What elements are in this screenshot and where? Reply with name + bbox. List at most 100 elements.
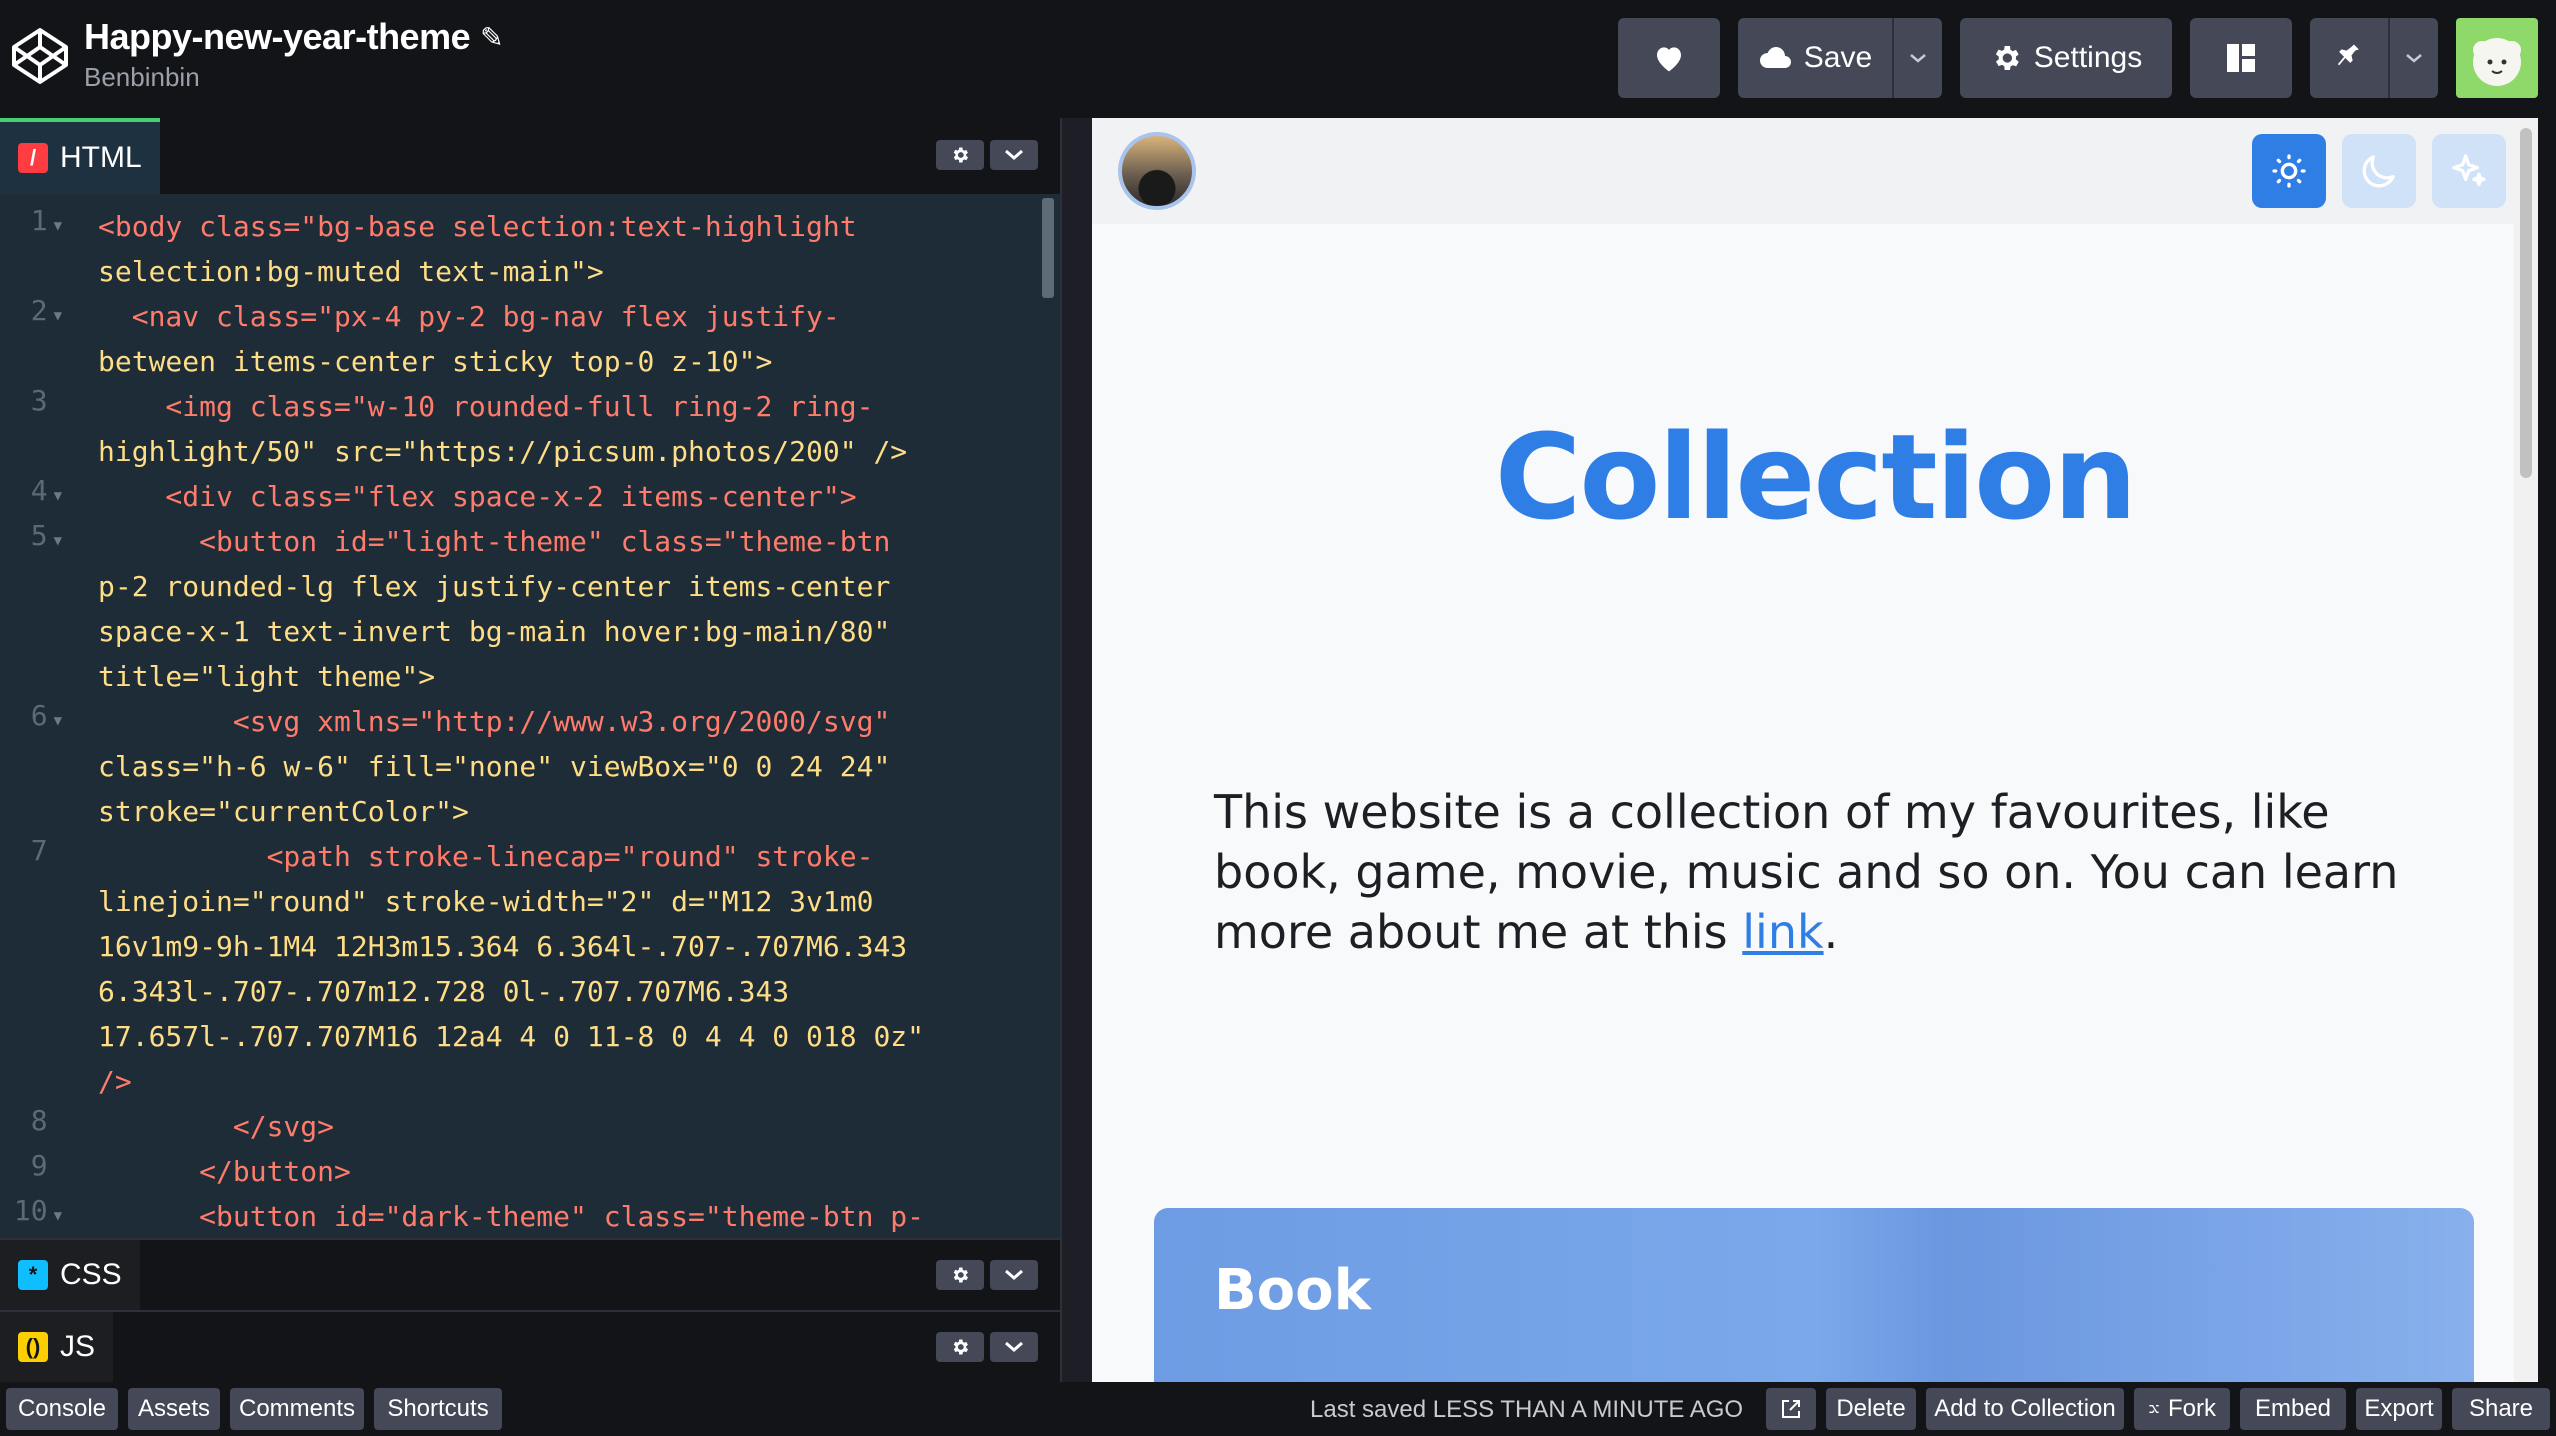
code-line: p-2 rounded-lg flex justify-center items… <box>98 570 891 603</box>
code-line: </button> <box>98 1155 351 1188</box>
code-scrollbar[interactable] <box>1040 194 1056 1238</box>
layout-button[interactable] <box>2190 18 2292 98</box>
sun-icon <box>2272 154 2306 188</box>
line-number: 8▼ <box>30 1104 48 1137</box>
external-link-icon <box>1782 1400 1800 1418</box>
preview-scrollbar-thumb[interactable] <box>2520 128 2532 478</box>
love-button[interactable] <box>1618 18 1720 98</box>
tab-html[interactable]: / HTML <box>0 118 160 194</box>
edit-pencil-icon[interactable]: ✎ <box>480 21 503 54</box>
code-line: stroke="currentColor"> <box>98 795 469 828</box>
fold-arrow-icon: ▼ <box>53 218 62 234</box>
preview-navbar <box>1092 118 2538 224</box>
line-number: 5 ▼ <box>30 519 62 552</box>
sparkles-icon <box>2452 154 2486 186</box>
delete-button[interactable]: Delete <box>1826 1388 1916 1430</box>
js-braces-icon: () <box>18 1332 48 1362</box>
code-line: <div class="flex space-x-2 items-center"… <box>98 480 857 513</box>
fork-button[interactable]: Fork <box>2134 1388 2230 1430</box>
shortcuts-button[interactable]: Shortcuts <box>374 1388 502 1430</box>
page-title: Collection <box>1494 408 2137 546</box>
layout-icon <box>2227 44 2255 72</box>
code-line: <svg xmlns="http://www.w3.org/2000/svg" <box>98 705 891 738</box>
code-line: <button id="dark-theme" class="theme-btn… <box>98 1200 925 1233</box>
html-code-editor[interactable]: 1▼ 2▼ 3▼ 4▼ 5▼ 6▼ 7▼ 8▼ 9▼ 10▼ <body cla… <box>0 194 1060 1238</box>
intro-paragraph: This website is a collection of my favou… <box>1214 782 2444 962</box>
line-number: 1 ▼ <box>30 204 62 237</box>
pen-title-text: Happy-new-year-theme <box>84 16 471 57</box>
light-theme-button[interactable] <box>2252 134 2326 208</box>
line-number: 7▼ <box>30 834 48 867</box>
code-line: 17.657l-.707.707M16 12a4 4 0 11-8 0 4 4 … <box>98 1020 925 1053</box>
editor-column: / HTML 1▼ 2▼ 3▼ 4▼ 5▼ 6▼ 7▼ 8▼ 9▼ 10▼ <b… <box>0 118 1060 1382</box>
pin-button[interactable] <box>2310 18 2388 98</box>
pen-title[interactable]: Happy-new-year-theme ✎ <box>84 16 504 58</box>
code-line: linejoin="round" stroke-width="2" d="M12… <box>98 885 874 918</box>
pin-options-button[interactable] <box>2388 18 2438 98</box>
editor-preview-resizer[interactable] <box>1060 118 1092 1382</box>
comments-button[interactable]: Comments <box>230 1388 364 1430</box>
tab-html-label: HTML <box>60 141 142 174</box>
codepen-logo-icon[interactable] <box>10 26 70 86</box>
about-link[interactable]: link <box>1742 905 1823 959</box>
code-line: space-x-1 text-invert bg-main hover:bg-m… <box>98 615 891 648</box>
js-collapse-button[interactable] <box>990 1332 1038 1362</box>
save-label: Save <box>1803 41 1873 74</box>
fold-arrow-icon: ▼ <box>53 713 62 729</box>
code-line: class="h-6 w-6" fill="none" viewBox="0 0… <box>98 750 891 783</box>
sheep-avatar-icon <box>2473 38 2521 86</box>
top-header: Happy-new-year-theme ✎ Benbinbin Save Se… <box>0 0 2556 118</box>
html-settings-button[interactable] <box>936 140 984 170</box>
code-line: <nav class="px-4 py-2 bg-nav flex justif… <box>98 300 840 333</box>
pen-author[interactable]: Benbinbin <box>84 62 503 93</box>
code-line: /> <box>98 1065 132 1098</box>
user-avatar[interactable] <box>2456 18 2538 98</box>
embed-button[interactable]: Embed <box>2240 1388 2346 1430</box>
tab-js[interactable]: () JS <box>0 1312 114 1382</box>
assets-button[interactable]: Assets <box>128 1388 220 1430</box>
settings-button[interactable]: Settings <box>1960 18 2172 98</box>
tab-css[interactable]: * CSS <box>0 1240 140 1310</box>
html-collapse-button[interactable] <box>990 140 1038 170</box>
add-to-collection-button[interactable]: Add to Collection <box>1926 1388 2124 1430</box>
js-settings-button[interactable] <box>936 1332 984 1362</box>
gear-icon <box>953 1339 968 1355</box>
code-line: <body class="bg-base selection:text-high… <box>98 210 857 243</box>
code-scrollbar-thumb[interactable] <box>1042 198 1054 298</box>
share-button[interactable]: Share <box>2452 1388 2550 1430</box>
save-options-button[interactable] <box>1892 18 1942 98</box>
console-button[interactable]: Console <box>6 1388 118 1430</box>
chevron-down-icon <box>1005 1269 1023 1280</box>
code-line: <button id="light-theme" class="theme-bt… <box>98 525 891 558</box>
settings-label: Settings <box>2033 41 2143 74</box>
css-asterisk-icon: * <box>18 1260 48 1290</box>
pen-title-block: Happy-new-year-theme ✎ Benbinbin <box>84 16 504 93</box>
dark-theme-button[interactable] <box>2342 134 2416 208</box>
special-theme-button[interactable] <box>2432 134 2506 208</box>
code-line: 16v1m9-9h-1M4 12H3m15.364 6.364l-.707-.7… <box>98 930 908 963</box>
book-card[interactable]: Book <box>1154 1208 2474 1382</box>
gear-icon <box>953 1267 968 1283</box>
line-number: 10 ▼ <box>13 1194 62 1227</box>
export-button[interactable]: Export <box>2356 1388 2442 1430</box>
fold-arrow-icon: ▼ <box>53 533 62 549</box>
code-line: highlight/50" src="https://picsum.photos… <box>98 435 908 468</box>
intro-end: . <box>1823 905 1839 959</box>
chevron-down-icon <box>2406 54 2422 63</box>
save-button[interactable]: Save <box>1738 18 1892 98</box>
fold-arrow-icon: ▼ <box>53 308 62 324</box>
fork-label: Fork <box>2168 1395 2216 1422</box>
fold-arrow-icon: ▼ <box>53 1208 62 1224</box>
open-external-button[interactable] <box>1766 1388 1816 1430</box>
moon-icon <box>2362 155 2395 188</box>
code-line: 6.343l-.707-.707m12.728 0l-.707.707M6.34… <box>98 975 790 1008</box>
html-slash-icon: / <box>18 143 48 173</box>
css-settings-button[interactable] <box>936 1260 984 1290</box>
line-number: 3▼ <box>30 384 48 417</box>
tab-css-label: CSS <box>60 1258 122 1291</box>
css-collapse-button[interactable] <box>990 1260 1038 1290</box>
code-text: <body class="bg-base selection:text-high… <box>98 204 1038 1238</box>
bottom-toolbar: Console Assets Comments Shortcuts Last s… <box>0 1382 2556 1436</box>
pin-icon <box>2337 44 2359 66</box>
code-line: between items-center sticky top-0 z-10"> <box>98 345 773 378</box>
